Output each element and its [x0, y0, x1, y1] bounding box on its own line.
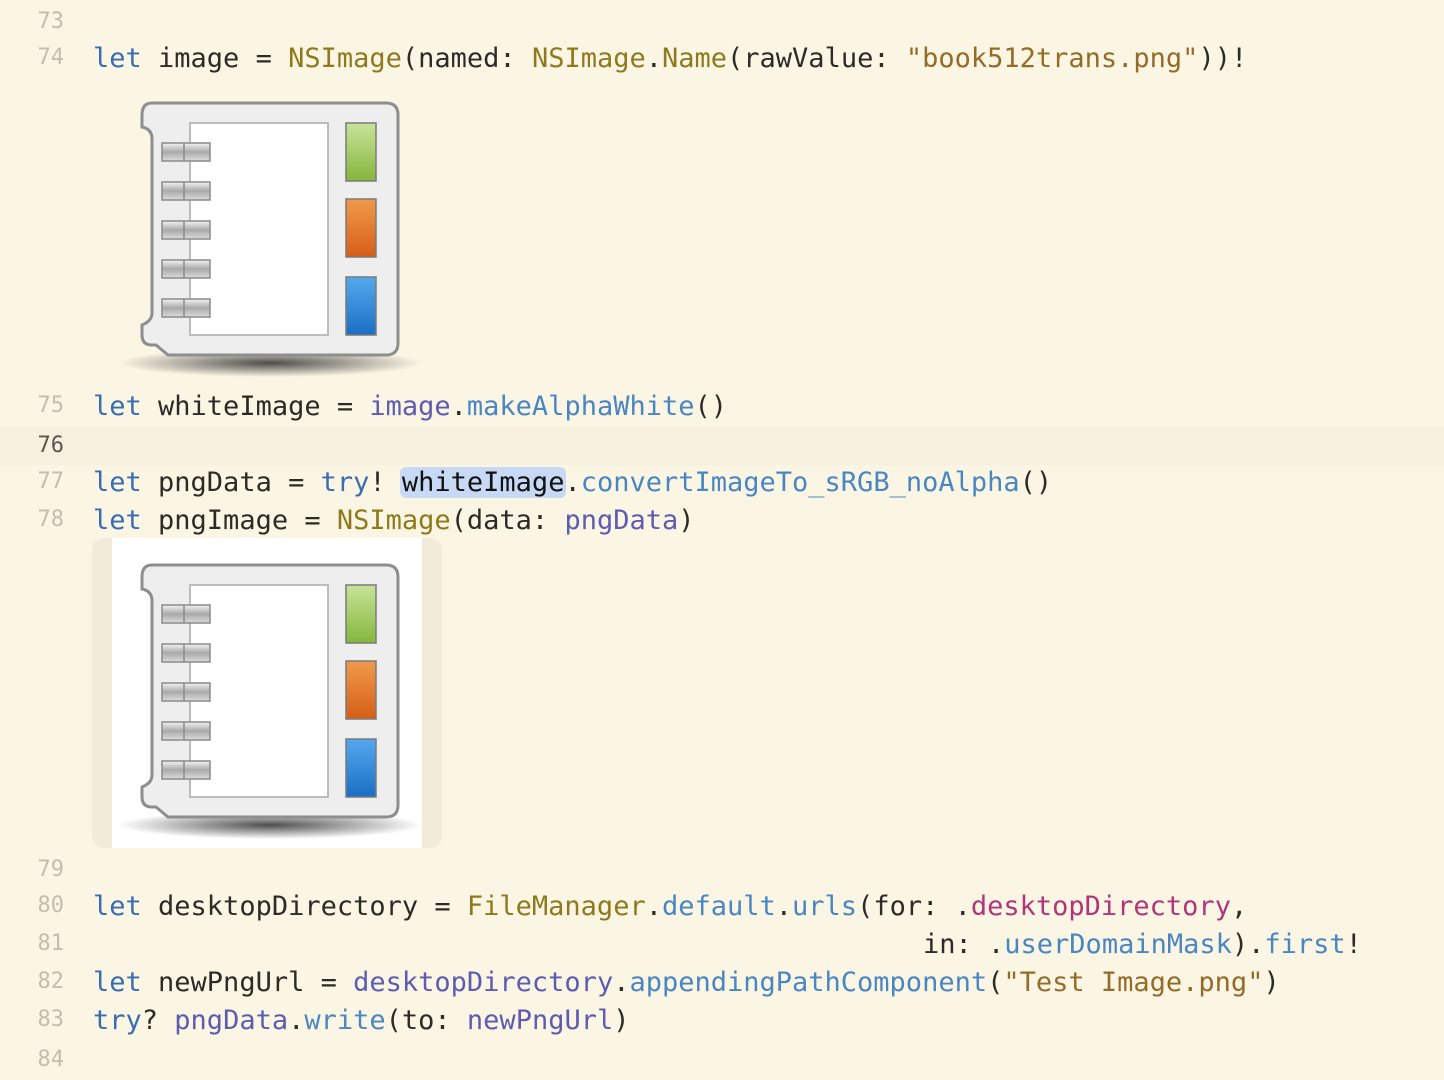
code-text[interactable]: let desktopDirectory = FileManager.defau…: [93, 888, 1247, 926]
plain-token: pngImage =: [141, 505, 337, 536]
keyword-token: let: [93, 43, 142, 74]
enum-case-token: userDomainMask: [1004, 929, 1232, 960]
variable-token: pngData: [564, 505, 679, 536]
line-number: 82: [37, 969, 65, 994]
plain-token: pngData =: [141, 467, 321, 498]
notebook-icon: [112, 98, 422, 380]
type-token: Name: [662, 43, 728, 74]
code-line[interactable]: 78 let pngImage = NSImage(data: pngData): [0, 501, 1444, 539]
function-token: write: [304, 1005, 386, 1036]
code-text[interactable]: let pngImage = NSImage(data: pngData): [93, 502, 695, 540]
code-line[interactable]: 82 let newPngUrl = desktopDirectory.appe…: [0, 963, 1444, 1001]
image-preview-result[interactable]: [92, 538, 442, 848]
code-line[interactable]: 80 let desktopDirectory = FileManager.de…: [0, 887, 1444, 925]
enum-case-token: desktopDirectory: [970, 891, 1231, 922]
function-token: urls: [792, 891, 858, 922]
plain-token: newPngUrl =: [141, 967, 354, 998]
code-text[interactable]: try? pngData.write(to: newPngUrl): [93, 1002, 630, 1040]
plain-token: ).: [1231, 929, 1265, 960]
plain-token: ?: [141, 1005, 175, 1036]
plain-token: .: [613, 967, 630, 998]
variable-token: desktopDirectory: [353, 967, 614, 998]
code-line[interactable]: 75 let whiteImage = image.makeAlphaWhite…: [0, 387, 1444, 425]
notebook-icon: [112, 560, 422, 842]
keyword-token: let: [93, 467, 142, 498]
line-number: 78: [37, 507, 65, 532]
plain-token: (data:: [450, 505, 565, 536]
type-token: NSImage: [288, 43, 402, 74]
current-line[interactable]: 76: [0, 427, 1444, 465]
selected-token[interactable]: whiteImage: [399, 467, 567, 498]
plain-token: .: [450, 391, 467, 422]
variable-token: newPngUrl: [466, 1005, 614, 1036]
line-number: 77: [37, 469, 65, 494]
plain-token: .: [645, 43, 662, 74]
plain-token: ): [1263, 967, 1280, 998]
code-line[interactable]: 74 let image = NSImage(named: NSImage.Na…: [0, 39, 1444, 77]
keyword-token: let: [93, 967, 142, 998]
plain-token: !: [1345, 929, 1362, 960]
function-token: makeAlphaWhite: [466, 391, 695, 422]
code-line[interactable]: 79: [0, 851, 1444, 889]
plain-token: in: .: [923, 929, 1005, 960]
line-number: 80: [37, 893, 65, 918]
code-text[interactable]: let newPngUrl = desktopDirectory.appendi…: [93, 964, 1280, 1002]
type-token: FileManager: [466, 891, 646, 922]
line-number: 73: [37, 9, 65, 34]
keyword-token: try: [320, 467, 370, 498]
property-token: default: [661, 891, 776, 922]
plain-token: (for: .: [857, 891, 971, 922]
plain-token: ): [678, 505, 695, 536]
plain-token: desktopDirectory =: [141, 891, 467, 922]
line-number: 81: [37, 931, 65, 956]
line-number: 75: [37, 393, 65, 418]
plain-token: (: [987, 967, 1004, 998]
plain-token: image =: [141, 43, 289, 74]
code-line[interactable]: 81 in: .userDomainMask).first!: [0, 925, 1444, 963]
variable-token: pngData: [174, 1005, 289, 1036]
function-token: appendingPathComponent: [629, 967, 988, 998]
plain-token: (named:: [401, 43, 532, 74]
plain-token: whiteImage =: [141, 391, 370, 422]
line-number: 74: [37, 45, 65, 70]
string-token: "Test Image.png": [1003, 967, 1264, 998]
line-number: 84: [37, 1047, 65, 1072]
plain-token: (): [694, 391, 727, 422]
plain-token: .: [645, 891, 662, 922]
type-token: NSImage: [336, 505, 451, 536]
property-token: first: [1264, 929, 1346, 960]
line-number: 83: [37, 1007, 65, 1032]
code-line[interactable]: 77 let pngData = try! whiteImage.convert…: [0, 463, 1444, 501]
code-line[interactable]: 83 try? pngData.write(to: newPngUrl): [0, 1001, 1444, 1039]
plain-token: .: [288, 1005, 305, 1036]
code-text[interactable]: let whiteImage = image.makeAlphaWhite(): [93, 388, 727, 426]
plain-token: .: [564, 467, 581, 498]
line-number: 76: [37, 433, 65, 458]
code-text[interactable]: in: .userDomainMask).first!: [923, 926, 1362, 964]
code-text[interactable]: let image = NSImage(named: NSImage.Name(…: [93, 40, 1247, 78]
type-token: NSImage: [531, 43, 646, 74]
plain-token: ,: [1230, 891, 1248, 922]
keyword-token: try: [93, 1005, 142, 1036]
plain-token: .: [775, 891, 793, 922]
variable-token: image: [369, 391, 451, 422]
plain-token: ): [613, 1005, 630, 1036]
keyword-token: let: [93, 391, 142, 422]
plain-token: ))!: [1198, 43, 1248, 74]
code-line[interactable]: 84: [0, 1041, 1444, 1079]
code-text[interactable]: let pngData = try! whiteImage.convertIma…: [93, 464, 1052, 502]
image-preview-result[interactable]: [112, 98, 422, 380]
function-token: convertImageTo_sRGB_noAlpha: [580, 467, 1020, 498]
keyword-token: let: [93, 891, 142, 922]
code-line[interactable]: 73: [0, 3, 1444, 41]
line-number: 79: [37, 857, 65, 882]
plain-token: (rawValue:: [727, 43, 906, 74]
keyword-token: let: [93, 505, 142, 536]
plain-token: (to:: [385, 1005, 467, 1036]
plain-token: !: [369, 467, 402, 498]
string-token: "book512trans.png": [905, 43, 1199, 74]
plain-token: (): [1019, 467, 1053, 498]
